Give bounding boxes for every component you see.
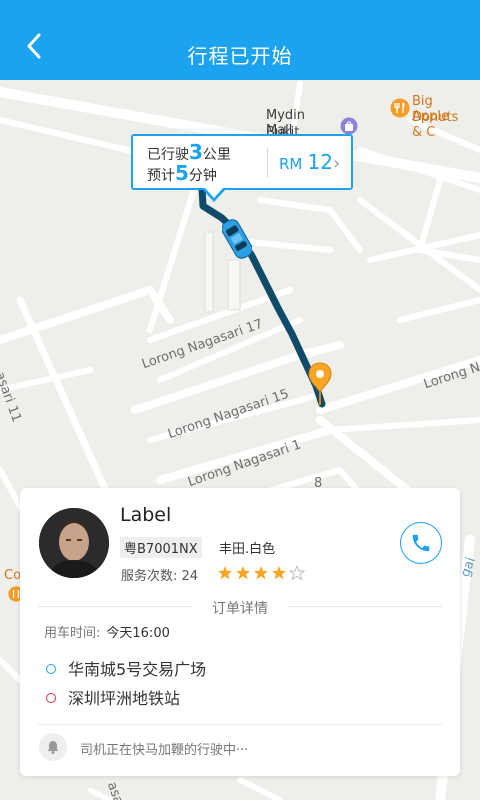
phone-icon	[412, 534, 430, 552]
top-bar: 行程已开始	[0, 0, 480, 80]
trip-info-bubble[interactable]: 已行驶3公里 预计5分钟 RM 12 ›	[131, 134, 353, 202]
service-count-value: 24	[181, 569, 199, 584]
star-filled-icon	[218, 566, 232, 580]
bubble-tail	[205, 188, 223, 198]
star-filled-icon	[236, 566, 250, 580]
service-count: 服务次数: 24	[121, 565, 198, 584]
time-value: 今天16:00	[106, 626, 170, 641]
dropoff-dot-icon	[46, 693, 56, 703]
divider	[38, 724, 442, 725]
star-filled-icon	[272, 566, 286, 580]
pickup-address: 华南城5号交易广场	[46, 656, 206, 680]
eta-unit: 分钟	[188, 168, 217, 184]
bell-icon	[39, 733, 67, 761]
order-details-link[interactable]: 订单详情	[20, 598, 460, 618]
call-driver-button[interactable]	[400, 522, 442, 564]
driver-name: Label	[120, 504, 172, 526]
poi-name: Co	[4, 568, 22, 583]
trip-status: 司机正在快马加鞭的行驶中···	[80, 743, 249, 758]
chevron-right-icon[interactable]: ›	[333, 153, 340, 174]
page-title: 行程已开始	[187, 44, 293, 68]
currency: RM	[279, 155, 303, 173]
shopping-bag-icon	[340, 117, 358, 135]
destination-pin-icon	[308, 362, 332, 405]
bubble-divider	[267, 148, 268, 178]
driver-avatar	[39, 508, 109, 578]
driver-photo	[39, 508, 109, 578]
eta-prefix: 预计	[147, 168, 175, 184]
fare-price[interactable]: RM 12	[279, 150, 333, 174]
service-count-label: 服务次数:	[121, 569, 178, 584]
pickup-time: 用车时间: 今天16:00	[44, 622, 170, 641]
eta-row: 预计5分钟	[147, 161, 217, 185]
price-value: 12	[307, 150, 333, 174]
star-empty-icon	[289, 565, 305, 581]
pickup-text: 华南城5号交易广场	[68, 660, 207, 679]
license-plate: 粤B7001NX	[120, 537, 202, 558]
driver-card: Label 粤B7001NX 丰田.白色 服务次数: 24 订单详情 用车时间:…	[20, 488, 460, 776]
dropoff-address: 深圳坪洲地铁站	[46, 685, 180, 709]
car-model: 丰田.白色	[219, 542, 276, 557]
poi-name: Donuts & C	[412, 110, 459, 140]
restaurant-icon	[390, 98, 410, 118]
star-filled-icon	[254, 566, 268, 580]
rating-stars	[217, 565, 305, 581]
dropoff-text: 深圳坪洲地铁站	[68, 689, 181, 708]
taxi-car-icon	[222, 219, 252, 259]
pickup-dot-icon	[46, 664, 56, 674]
eta-value: 5	[175, 161, 189, 185]
time-label: 用车时间:	[44, 626, 101, 641]
